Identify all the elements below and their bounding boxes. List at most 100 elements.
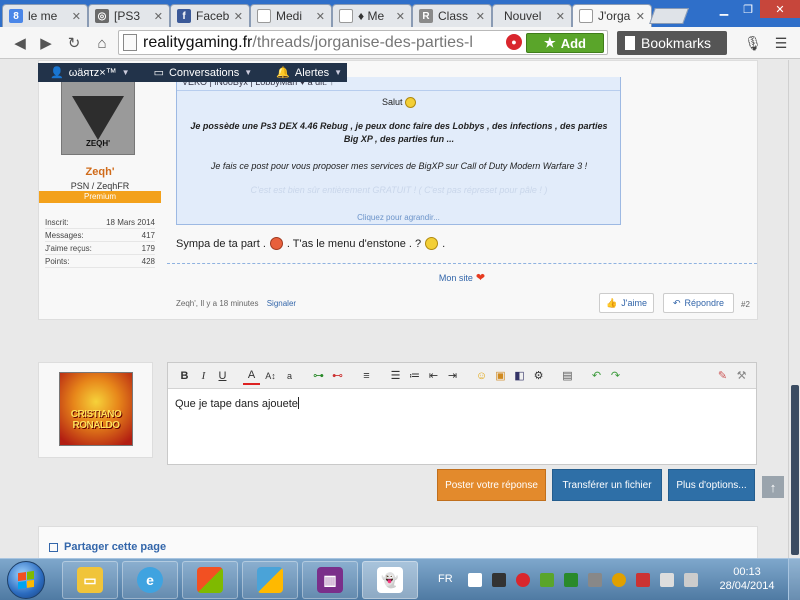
- tray-bubble-icon[interactable]: [516, 573, 530, 587]
- avatar[interactable]: ZEQH': [61, 81, 135, 155]
- outdent-icon[interactable]: ⇤: [425, 367, 442, 385]
- reply-avatar[interactable]: CRISTIANO RONALDO: [59, 372, 133, 446]
- settings-icon[interactable]: ⚙: [530, 367, 547, 385]
- back-icon[interactable]: ◀: [10, 33, 30, 53]
- tray-shield-icon[interactable]: [612, 573, 626, 587]
- unlink-icon[interactable]: ⊷: [329, 367, 346, 385]
- like-button[interactable]: 👍 J'aime: [599, 293, 654, 313]
- stat-label: Messages:: [45, 230, 84, 240]
- bookmarks-button[interactable]: Bookmarks: [617, 31, 727, 55]
- numbered-list-icon[interactable]: ≔: [406, 367, 423, 385]
- more-options-button[interactable]: Plus d'options...: [668, 469, 755, 501]
- reply-editor[interactable]: B I U A A↕ a ⊶ ⊷ ≡ ☰ ≔ ⇤ ⇥ ☺ ▣ ◧ ⚙ ▤ ↶ ↷…: [167, 362, 757, 465]
- tray-keyboard-icon[interactable]: [588, 573, 602, 587]
- image-icon[interactable]: ▣: [492, 367, 509, 385]
- user-menu[interactable]: 👤 ωäяτz×™ ▼: [38, 63, 142, 82]
- reload-icon[interactable]: ↻: [64, 33, 84, 53]
- reply-button[interactable]: ↶ Répondre: [663, 293, 734, 313]
- editor-input[interactable]: Que je tape dans ajouete: [175, 397, 299, 410]
- forum-post: ZEQH' Zeqh' PSN / ZeqhFR Premium Inscrit…: [38, 60, 758, 320]
- tab-2[interactable]: ◎ [PS3 ✕: [88, 4, 170, 27]
- volume-muted-icon[interactable]: [636, 573, 650, 587]
- post-author-date[interactable]: Zeqh', Il y a 18 minutes: [176, 299, 258, 308]
- scrollbar-thumb[interactable]: [791, 385, 799, 555]
- menu-icon[interactable]: ☰: [772, 34, 790, 52]
- restore-icon[interactable]: ❐: [736, 0, 760, 18]
- microphone-icon[interactable]: 🎙: [744, 34, 762, 52]
- undo-icon[interactable]: ↶: [588, 367, 605, 385]
- font-icon[interactable]: a: [281, 367, 298, 385]
- alerts-menu[interactable]: 🔔 Alertes ▼: [264, 63, 354, 82]
- italic-icon[interactable]: I: [195, 367, 212, 385]
- taskbar-winrar[interactable]: ▥: [302, 561, 358, 599]
- toggle-bbcode-icon[interactable]: ⚒: [733, 367, 750, 385]
- post-number[interactable]: #2: [741, 300, 750, 309]
- show-desktop-button[interactable]: [788, 559, 800, 600]
- upload-file-button[interactable]: Transférer un fichier: [552, 469, 662, 501]
- tray-ghost-icon[interactable]: [468, 573, 482, 587]
- close-icon[interactable]: ✕: [636, 10, 645, 23]
- new-tab-button[interactable]: [649, 8, 689, 24]
- tab-4[interactable]: Medi ✕: [250, 4, 332, 27]
- forward-icon[interactable]: ▶: [36, 33, 56, 53]
- tray-check-icon[interactable]: [564, 573, 578, 587]
- report-link[interactable]: Signaler: [267, 299, 296, 308]
- post-meta: Zeqh', Il y a 18 minutes Signaler: [176, 299, 296, 308]
- tab-title: le me: [28, 9, 58, 23]
- close-icon[interactable]: ✕: [316, 10, 325, 23]
- indent-icon[interactable]: ⇥: [444, 367, 461, 385]
- close-window-icon[interactable]: ✕: [760, 0, 800, 18]
- taskbar-ghost-app[interactable]: 👻: [362, 561, 418, 599]
- close-icon[interactable]: ✕: [396, 10, 405, 23]
- tray-game-icon[interactable]: [492, 573, 506, 587]
- taskbar-file-explorer[interactable]: ▭: [62, 561, 118, 599]
- close-icon[interactable]: ✕: [476, 10, 485, 23]
- redo-icon[interactable]: ↷: [607, 367, 624, 385]
- signature-link[interactable]: Mon site: [439, 273, 473, 283]
- text-color-icon[interactable]: A: [243, 367, 260, 385]
- close-icon[interactable]: ✕: [154, 10, 163, 23]
- close-icon[interactable]: ✕: [234, 10, 243, 23]
- scroll-top-button[interactable]: ↑: [762, 476, 784, 498]
- underline-icon[interactable]: U: [214, 367, 231, 385]
- home-icon[interactable]: ⌂: [92, 33, 112, 53]
- clock[interactable]: 00:13 28/04/2014: [712, 565, 782, 593]
- network-icon[interactable]: [660, 573, 674, 587]
- tab-active[interactable]: J'orga ✕: [572, 4, 652, 27]
- minimize-icon[interactable]: ▁: [712, 0, 736, 18]
- start-button[interactable]: [7, 561, 45, 599]
- tab-6[interactable]: R Class ✕: [412, 4, 492, 27]
- extension-icon[interactable]: ●: [506, 34, 522, 50]
- tab-5[interactable]: ♦ Me ✕: [332, 4, 412, 27]
- tab-1[interactable]: 8 le me ✕: [2, 4, 88, 27]
- quote-line-2: Je fais ce post pour vous proposer mes s…: [210, 161, 588, 172]
- page-scrollbar[interactable]: [788, 60, 800, 558]
- save-icon[interactable]: ▤: [559, 367, 576, 385]
- add-button[interactable]: ★ Add: [526, 33, 604, 53]
- tab-3[interactable]: f Faceb ✕: [170, 4, 250, 27]
- editor-content: Que je tape dans ajouete: [175, 398, 298, 410]
- bold-icon[interactable]: B: [176, 367, 193, 385]
- close-icon[interactable]: ✕: [556, 10, 565, 23]
- taskbar-internet-explorer[interactable]: e: [122, 561, 178, 599]
- close-icon[interactable]: ✕: [72, 10, 81, 23]
- taskbar-windows-live[interactable]: [182, 561, 238, 599]
- reply-label: Répondre: [684, 298, 725, 308]
- submit-reply-button[interactable]: Poster votre réponse: [437, 469, 546, 501]
- stat-label: Inscrit:: [45, 217, 69, 227]
- taskbar-windows-app[interactable]: [242, 561, 298, 599]
- username[interactable]: Zeqh': [39, 166, 161, 178]
- align-icon[interactable]: ≡: [358, 367, 375, 385]
- tab-7[interactable]: Nouvel ✕: [492, 4, 572, 27]
- conversations-menu[interactable]: ▭ Conversations ▼: [142, 63, 265, 82]
- language-indicator[interactable]: FR: [438, 573, 453, 585]
- bullet-list-icon[interactable]: ☰: [387, 367, 404, 385]
- action-center-icon[interactable]: [684, 573, 698, 587]
- smilie-icon[interactable]: ☺: [473, 367, 490, 385]
- quote-expand-link[interactable]: Cliquez pour agrandir...: [177, 213, 620, 222]
- link-icon[interactable]: ⊶: [310, 367, 327, 385]
- text-size-icon[interactable]: A↕: [262, 367, 279, 385]
- eraser-icon[interactable]: ✎: [714, 367, 731, 385]
- tray-app-icon[interactable]: [540, 573, 554, 587]
- media-icon[interactable]: ◧: [511, 367, 528, 385]
